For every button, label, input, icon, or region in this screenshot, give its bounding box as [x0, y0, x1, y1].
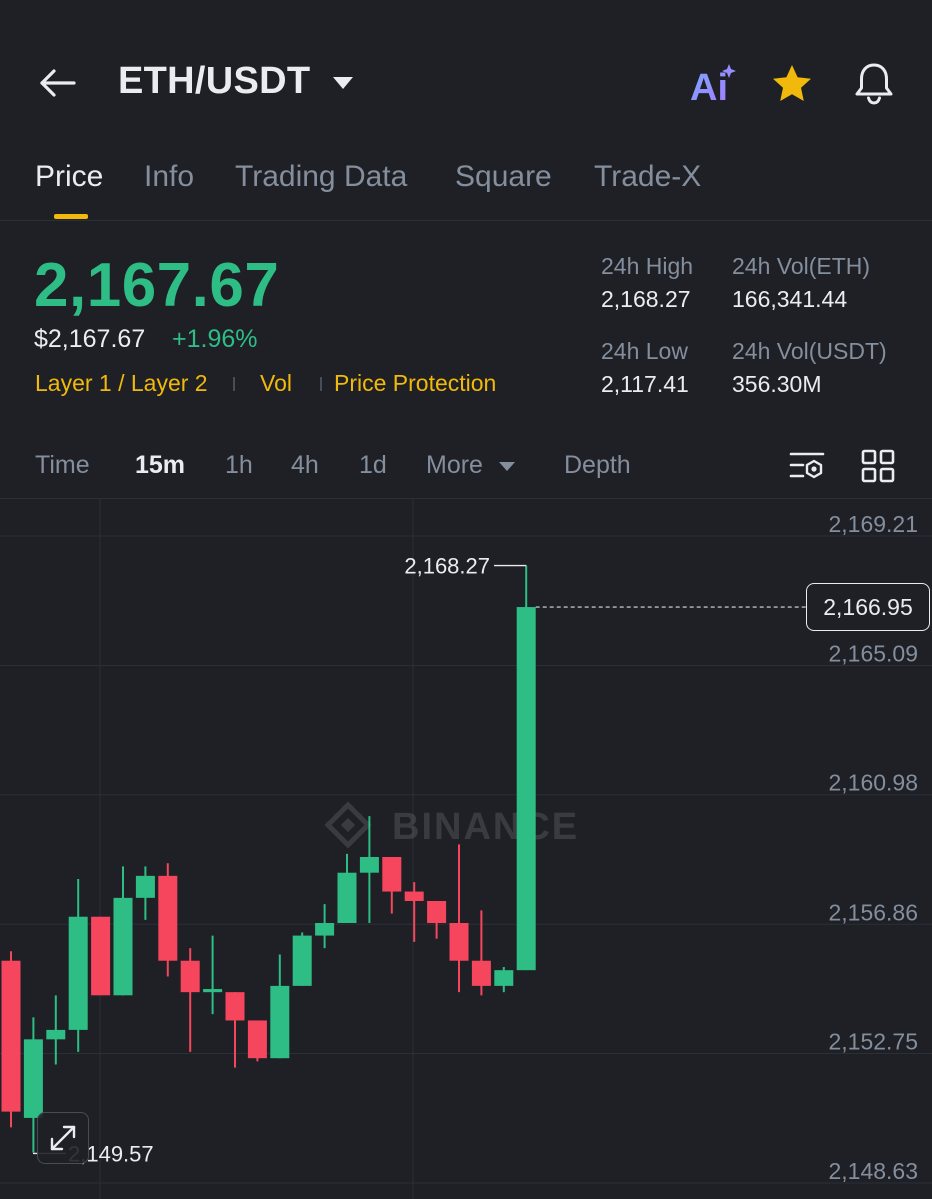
candle-body [135, 875, 155, 898]
candle-body [292, 935, 312, 986]
tab-trading-data[interactable]: Trading Data [235, 160, 407, 194]
candle-body [427, 900, 447, 924]
candle-body [23, 1039, 43, 1118]
interval-4h[interactable]: 4h [291, 451, 319, 480]
pair-title[interactable]: ETH/USDT [118, 60, 310, 103]
last-price: 2,167.67 [34, 251, 280, 320]
stat-vol-usdt-label: 24h Vol(USDT) [732, 338, 887, 364]
tab-square[interactable]: Square [455, 160, 552, 194]
active-tab-indicator [54, 214, 88, 219]
current-price-tag: 2,166.95 [806, 583, 930, 632]
candle-body [382, 856, 402, 892]
candle-body [180, 960, 200, 993]
back-arrow-icon[interactable] [36, 62, 78, 104]
candle-body [404, 891, 424, 901]
interval-depth[interactable]: Depth [564, 451, 631, 480]
tab-info[interactable]: Info [144, 160, 194, 194]
stat-vol-eth-value: 166,341.44 [732, 286, 848, 312]
candle-body [158, 875, 178, 961]
stat-low-label: 24h Low [601, 338, 688, 364]
bell-icon[interactable] [852, 60, 896, 106]
interval-15m[interactable]: 15m [135, 451, 185, 480]
candle-body [91, 916, 111, 996]
interval-1d[interactable]: 1d [359, 451, 387, 480]
chart-watermark: BINANCE [392, 806, 579, 848]
y-axis-tick-label: 2,169.21 [828, 511, 918, 537]
interval-time[interactable]: Time [35, 451, 90, 480]
expand-icon [50, 1125, 76, 1151]
y-axis-tick-label: 2,148.63 [828, 1158, 918, 1184]
stat-vol-usdt-value: 356.30M [732, 371, 822, 397]
ai-label: Ai [690, 67, 728, 106]
candle-body [225, 992, 245, 1021]
candle-body [203, 989, 223, 993]
caret-down-icon[interactable] [498, 461, 516, 472]
binance-logo-icon [324, 801, 372, 849]
stat-vol-eth-label: 24h Vol(ETH) [732, 253, 871, 279]
candle-body [113, 897, 133, 996]
y-axis-tick-label: 2,165.09 [828, 641, 918, 667]
candle-body [270, 985, 290, 1059]
candle-body [247, 1020, 267, 1059]
ai-icon[interactable]: Ai [688, 62, 738, 106]
star-icon[interactable] [770, 62, 814, 106]
caret-down-icon[interactable] [332, 76, 354, 90]
y-axis-tick-label: 2,160.98 [828, 770, 918, 796]
stat-low-value: 2,117.41 [601, 371, 689, 397]
candle-body [1, 960, 21, 1112]
change-percent: +1.96% [172, 325, 258, 353]
y-axis-tick-label: 2,156.86 [828, 899, 918, 925]
high-marker-label: 2,168.27 [404, 554, 490, 579]
tab-price[interactable]: Price [35, 160, 103, 194]
stat-high-label: 24h High [601, 253, 694, 279]
interval-1h[interactable]: 1h [225, 451, 253, 480]
candle-body [68, 916, 88, 1030]
candle-body [337, 872, 357, 924]
chart-settings-icon[interactable] [788, 448, 826, 484]
tag-separator [320, 377, 322, 391]
interval-more[interactable]: More [426, 451, 483, 480]
candle-body [516, 607, 536, 971]
y-axis-tick-label: 2,152.75 [828, 1028, 918, 1054]
candle-body [46, 1029, 66, 1040]
stat-high-value: 2,168.27 [601, 286, 691, 312]
usd-price: $2,167.67 [34, 325, 146, 353]
candle-body [494, 970, 514, 986]
grid-layout-icon[interactable] [860, 448, 896, 484]
expand-chart-button[interactable] [37, 1112, 89, 1164]
candle-body [449, 923, 469, 961]
candle-body [359, 856, 379, 873]
tag-vol[interactable]: Vol [260, 370, 292, 397]
tag-separator [233, 377, 235, 391]
tag-price-protection[interactable]: Price Protection [334, 370, 496, 397]
candlestick-chart[interactable]: BINANCE 2,169.21 2,165.09 2,160.98 2,156.86… [0, 499, 932, 1199]
candle-body [471, 960, 491, 986]
divider [0, 220, 932, 221]
tab-trade-x[interactable]: Trade-X [594, 160, 701, 194]
candle-body [315, 923, 335, 936]
tag-layer[interactable]: Layer 1 / Layer 2 [35, 370, 208, 397]
